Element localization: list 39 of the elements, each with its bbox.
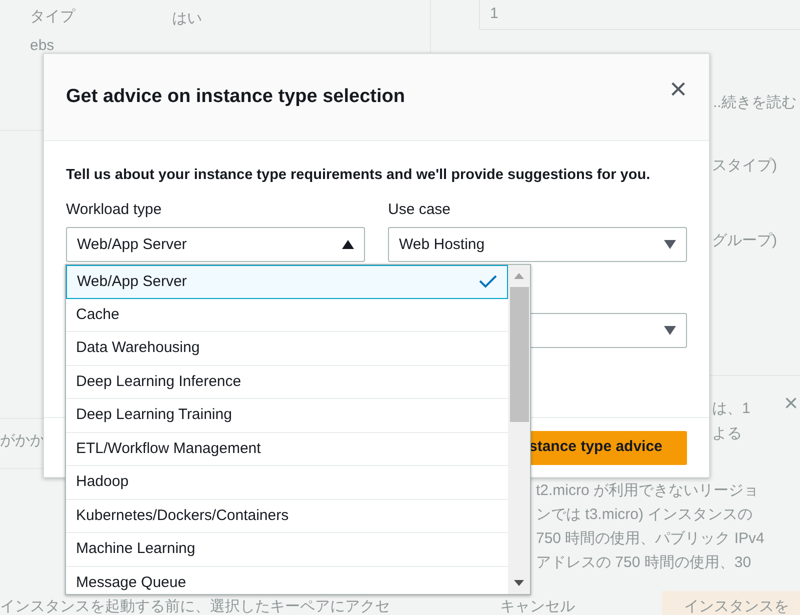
- field-label: Use case: [388, 200, 452, 220]
- select-value: Web Hosting: [399, 234, 485, 254]
- dropdown-option[interactable]: Kubernetes/Dockers/Containers: [66, 500, 508, 533]
- select-field[interactable]: Web Hosting: [388, 227, 687, 262]
- caret-down-icon: [664, 240, 676, 250]
- dropdown-option[interactable]: Data Warehousing: [66, 332, 508, 366]
- scroll-down-icon[interactable]: [514, 580, 524, 586]
- select-value: Web/App Server: [77, 234, 187, 254]
- hint-text: グループ): [712, 231, 777, 251]
- notice-text: ンでは t3.micro) インスタンスの: [536, 505, 754, 524]
- dropdown-option[interactable]: Web/App Server: [66, 265, 508, 298]
- notice-text: t2.micro が利用できないリージョ: [536, 481, 760, 500]
- key-pair-note: インスタンスを起動する前に、選択したキーペアにアクセ: [0, 597, 390, 615]
- dropdown-option[interactable]: Deep Learning Training: [66, 399, 508, 432]
- summary-value: はい: [172, 9, 202, 29]
- notice-text: は、1: [712, 399, 750, 419]
- dropdown-option[interactable]: Machine Learning: [66, 533, 508, 566]
- notice-text: アドレスの 750 時間の使用、30: [536, 553, 752, 572]
- scroll-thumb[interactable]: [510, 287, 528, 422]
- hint-text: スタイプ): [712, 156, 777, 176]
- dropdown-option[interactable]: Deep Learning Inference: [66, 366, 508, 399]
- summary-label: タイプ: [30, 7, 75, 27]
- dropdown-option[interactable]: ETL/Workflow Management: [66, 432, 508, 466]
- modal-title: Get advice on instance type selection: [66, 84, 405, 109]
- notice-text: よる: [712, 424, 743, 444]
- ebs-label: ebs: [30, 36, 54, 56]
- select-field[interactable]: Web/App Server: [66, 227, 365, 262]
- checkmark-icon: [479, 275, 497, 288]
- notice-text: 750 時間の使用、パブリック IPv4: [536, 529, 764, 548]
- scroll-up-icon[interactable]: [514, 273, 524, 279]
- caret-down-icon: [664, 326, 676, 336]
- intro-text: Tell us about your instance type requirements and we'll provide suggestions for you.: [66, 166, 652, 185]
- scrollbar[interactable]: [508, 265, 530, 594]
- close-button[interactable]: ×: [669, 75, 687, 105]
- dropdown-option[interactable]: Hadoop: [66, 466, 508, 500]
- dropdown-option[interactable]: Cache: [66, 298, 508, 332]
- quantity-value: 1: [490, 4, 498, 24]
- field-label: Workload type: [66, 200, 163, 220]
- caret-up-icon: [342, 240, 354, 250]
